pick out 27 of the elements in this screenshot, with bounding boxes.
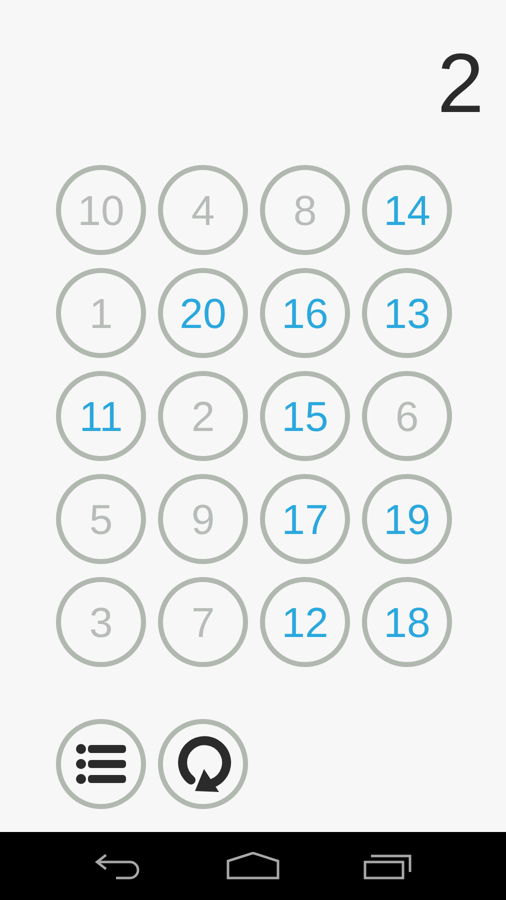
number-tile[interactable]: 10 <box>56 165 146 255</box>
score: 2 <box>437 38 484 128</box>
number-tile[interactable]: 6 <box>362 371 452 461</box>
number-tile[interactable]: 11 <box>56 371 146 461</box>
number-tile[interactable]: 15 <box>260 371 350 461</box>
number-tile[interactable]: 5 <box>56 474 146 564</box>
number-tile[interactable]: 9 <box>158 474 248 564</box>
number-tile[interactable]: 3 <box>56 577 146 667</box>
number-tile[interactable]: 18 <box>362 577 452 667</box>
number-tile[interactable]: 12 <box>260 577 350 667</box>
number-tile[interactable]: 2 <box>158 371 248 461</box>
number-tile[interactable]: 4 <box>158 165 248 255</box>
number-tile[interactable]: 8 <box>260 165 350 255</box>
number-tile[interactable]: 1 <box>56 268 146 358</box>
list-button[interactable] <box>56 719 146 809</box>
list-icon <box>75 744 127 784</box>
number-tile[interactable]: 13 <box>362 268 452 358</box>
restart-button[interactable] <box>158 719 248 809</box>
number-tile[interactable]: 16 <box>260 268 350 358</box>
number-tile[interactable]: 7 <box>158 577 248 667</box>
recents-icon <box>363 852 414 880</box>
back-icon <box>94 852 142 880</box>
number-tile[interactable]: 14 <box>362 165 452 255</box>
number-tile[interactable]: 19 <box>362 474 452 564</box>
number-tile[interactable]: 17 <box>260 474 350 564</box>
number-tile[interactable]: 20 <box>158 268 248 358</box>
home-icon <box>226 852 280 880</box>
